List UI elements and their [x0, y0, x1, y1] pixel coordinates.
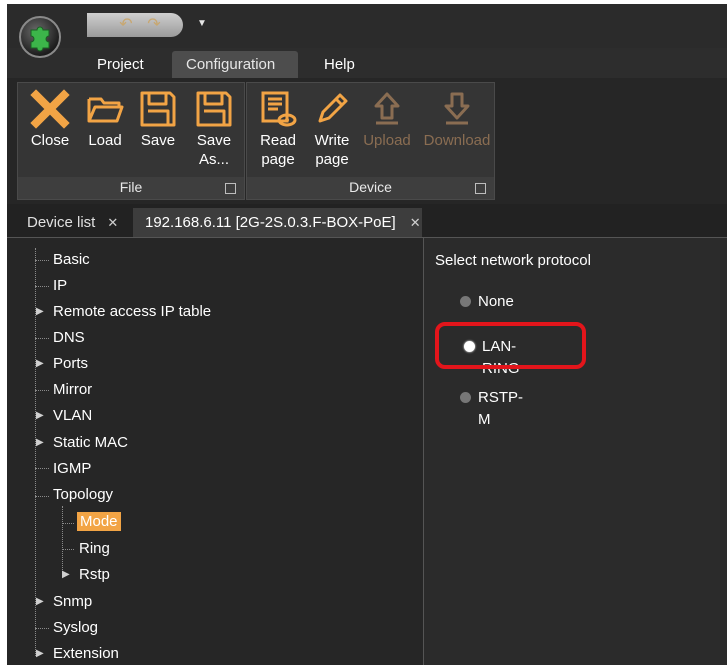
tree-item-ports[interactable]: ▶ Ports: [36, 352, 88, 376]
config-tree: Basic IP ▶ Remote access IP table DNS ▶ Po…: [7, 237, 424, 665]
tree-item-rstp[interactable]: ▶ Rstp: [62, 563, 110, 587]
save-button[interactable]: Save: [132, 89, 184, 150]
title-bar: ↶ ↷ ▼: [7, 4, 727, 48]
load-label: Load: [88, 132, 122, 149]
close-button[interactable]: Close: [24, 89, 76, 150]
menu-tab-bar: Project Configuration Help: [7, 48, 727, 78]
tree-item-snmp[interactable]: ▶ Snmp: [36, 590, 92, 614]
expand-triangle-icon[interactable]: ▶: [36, 431, 44, 455]
document-tab-bar: Device list ✕ 192.168.6.11 [2G-2S.0.3.F-B…: [7, 204, 727, 237]
save-as-label-line1: Save: [196, 132, 232, 149]
tree-item-ring[interactable]: Ring: [79, 537, 110, 561]
tree-connector: [35, 338, 49, 339]
tab-device-list-label: Device list: [27, 214, 96, 231]
download-arrow-icon: [444, 92, 470, 125]
tree-item-dns[interactable]: DNS: [53, 326, 85, 350]
app-menu-button[interactable]: [19, 16, 61, 58]
puzzle-logo-icon: [30, 26, 50, 52]
tree-connector: [62, 549, 74, 550]
ribbon-group-device: Read page Write page Upload Download Dev…: [246, 82, 495, 200]
tree-item-igmp[interactable]: IGMP: [53, 457, 91, 481]
expand-triangle-icon[interactable]: ▶: [36, 642, 44, 665]
tree-connector: [35, 496, 49, 497]
tree-connector: [35, 628, 49, 629]
undo-arrow-icon[interactable]: ↶: [111, 13, 141, 37]
highlight-annotation-box: [435, 322, 586, 369]
close-x-icon: [30, 89, 70, 129]
ribbon-group-device-label: Device: [247, 177, 494, 199]
load-button[interactable]: Load: [79, 89, 131, 150]
write-page-label-line1: Write: [314, 132, 350, 149]
floppy-disk-icon: [140, 91, 176, 127]
protocol-settings-panel: Select network protocol None LAN-RING RS…: [424, 237, 727, 665]
tree-connector: [35, 390, 49, 391]
tree-item-vlan[interactable]: ▶ VLAN: [36, 404, 92, 428]
floppy-disk-saveas-icon: [196, 91, 232, 127]
tree-item-basic[interactable]: Basic: [53, 248, 90, 272]
read-page-icon: [261, 91, 297, 127]
tab-device-config-label: 192.168.6.11 [2G-2S.0.3.F-BOX-PoE]: [145, 214, 396, 231]
ribbon-group-file-label: File: [18, 177, 244, 199]
tree-item-static-mac[interactable]: ▶ Static MAC: [36, 431, 128, 455]
app-window: ↶ ↷ ▼ Project Configuration Help Close L…: [7, 4, 727, 665]
radio-rstp-m-label: RSTP-M: [478, 389, 523, 428]
tab-project[interactable]: Project: [83, 51, 158, 78]
write-page-label-line2: page: [315, 151, 349, 168]
tree-item-mirror[interactable]: Mirror: [53, 378, 92, 402]
radio-indicator[interactable]: [460, 392, 471, 403]
tree-item-ip[interactable]: IP: [53, 274, 67, 298]
write-page-button[interactable]: Write page: [306, 89, 358, 169]
write-pencil-icon: [318, 93, 348, 123]
close-icon[interactable]: ✕: [410, 208, 421, 237]
upload-label: Upload: [363, 132, 411, 149]
file-group-launcher-icon[interactable]: .: [225, 183, 236, 194]
qat-dropdown-icon[interactable]: ▼: [197, 18, 207, 29]
close-label: Close: [30, 132, 70, 149]
expand-triangle-icon[interactable]: ▶: [36, 404, 44, 428]
download-label: Download: [423, 132, 491, 149]
ribbon-group-file: Close Load Save Save As... File: [17, 82, 245, 200]
expand-triangle-icon[interactable]: ▶: [36, 590, 44, 614]
tab-configuration[interactable]: Configuration: [172, 51, 298, 78]
save-as-label-line2: As...: [198, 151, 229, 168]
read-page-button[interactable]: Read page: [252, 89, 304, 169]
tab-device-config[interactable]: 192.168.6.11 [2G-2S.0.3.F-BOX-PoE] ✕: [133, 208, 422, 237]
tab-device-list[interactable]: Device list ✕: [15, 208, 128, 237]
read-page-label-line2: page: [261, 151, 295, 168]
tab-help[interactable]: Help: [310, 51, 369, 78]
radio-indicator[interactable]: [460, 296, 471, 307]
tree-connector: [35, 260, 49, 261]
upload-button[interactable]: Upload: [361, 89, 413, 150]
save-label: Save: [140, 132, 176, 149]
tree-item-remote-access[interactable]: ▶ Remote access IP table: [36, 300, 211, 324]
radio-none-label: None: [478, 293, 514, 310]
save-as-button[interactable]: Save As...: [188, 89, 240, 169]
expand-triangle-icon[interactable]: ▶: [36, 352, 44, 376]
tree-item-mode[interactable]: Mode: [77, 510, 121, 534]
close-icon[interactable]: ✕: [107, 208, 118, 237]
upload-arrow-icon: [374, 92, 400, 125]
tree-connector: [35, 468, 49, 469]
quick-access-toolbar: ↶ ↷: [87, 13, 183, 37]
ribbon: Close Load Save Save As... File Read pag…: [7, 78, 727, 204]
read-page-label-line1: Read: [260, 132, 296, 149]
expand-triangle-icon[interactable]: ▶: [62, 563, 70, 587]
tree-item-syslog[interactable]: Syslog: [53, 616, 98, 640]
device-group-launcher-icon[interactable]: .: [475, 183, 486, 194]
download-button[interactable]: Download: [423, 89, 491, 150]
tree-item-extension[interactable]: ▶ Extension: [36, 642, 119, 665]
tree-connector: [35, 286, 49, 287]
tree-connector: [62, 523, 74, 524]
redo-arrow-icon[interactable]: ↷: [139, 13, 169, 37]
expand-triangle-icon[interactable]: ▶: [36, 300, 44, 324]
folder-open-icon: [87, 97, 124, 123]
tree-item-topology[interactable]: Topology: [53, 483, 113, 507]
protocol-heading: Select network protocol: [435, 252, 591, 269]
